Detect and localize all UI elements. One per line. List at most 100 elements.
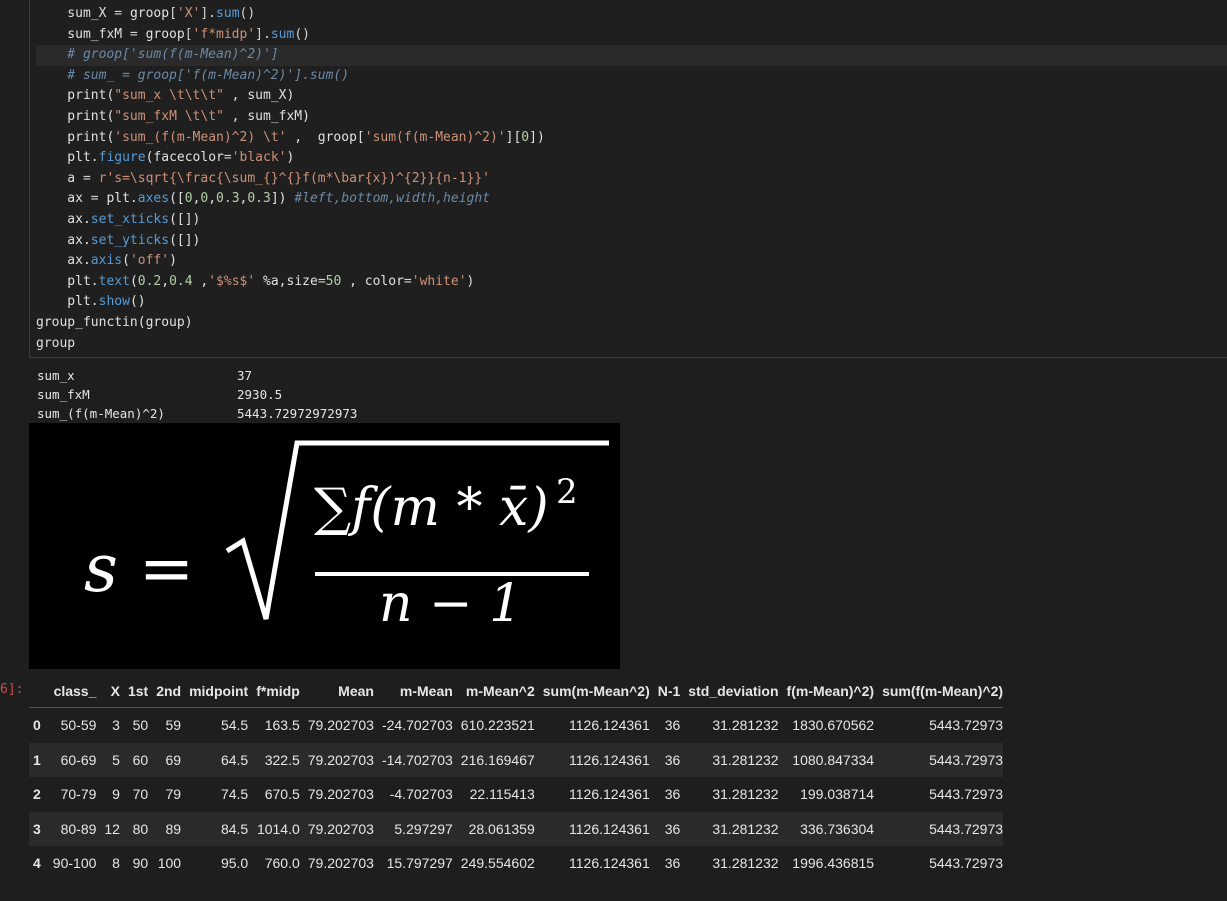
table-cell: 15.797297 bbox=[386, 855, 453, 872]
table-header-row: class_ X 1st 2nd midpoint f*midp Mean m-Mean m-M… bbox=[29, 674, 1004, 708]
code-token: = bbox=[114, 6, 130, 21]
code-token: 'sum_(f(m-Mean)^2) \t' bbox=[114, 129, 287, 145]
code-token: 0.3 bbox=[247, 191, 271, 207]
code-line[interactable]: a = r's=\sqrt{\frac{\sum_{}^{}f(m*\bar{x… bbox=[36, 169, 1227, 190]
code-token: show bbox=[98, 294, 130, 310]
code-line[interactable]: # sum_ = groop['f(m-Mean)^2)'].sum() bbox=[36, 66, 1227, 87]
code-line[interactable]: plt.text(0.2,0.4 ,'$%s$' %a,size=50 , co… bbox=[36, 272, 1227, 293]
row-index: 3 bbox=[33, 820, 41, 837]
code-token: groop bbox=[129, 6, 170, 21]
table-cell: 36 bbox=[664, 751, 681, 768]
table-cell: 5443.72973 bbox=[929, 751, 1004, 768]
code-line[interactable]: group bbox=[36, 334, 1227, 355]
code-token: figure bbox=[98, 150, 146, 166]
dataframe-table: class_ X 1st 2nd midpoint f*midp Mean m-Mean m-M… bbox=[29, 674, 1004, 881]
code-token: (facecolor bbox=[145, 150, 224, 166]
code-line[interactable]: ax.axis('off') bbox=[36, 251, 1227, 272]
table-cell: 1126.124361 bbox=[569, 855, 650, 872]
code-cell[interactable]: sum_X = groop['X'].sum() sum_fxM = groop… bbox=[29, 0, 1227, 358]
code-token: , bbox=[208, 191, 217, 207]
code-line[interactable]: ax.set_xticks([]) bbox=[36, 210, 1227, 231]
table-cell: -24.702703 bbox=[381, 717, 453, 734]
table-cell: 90 bbox=[132, 855, 149, 872]
code-line[interactable]: print("sum_x \t\t\t" , sum_X) bbox=[36, 86, 1227, 107]
code-line[interactable]: sum_fxM = groop['f*midp'].sum() bbox=[36, 25, 1227, 46]
table-cell: 59 bbox=[165, 717, 182, 734]
code-token: ([]) bbox=[169, 212, 201, 227]
code-line[interactable]: plt.show() bbox=[36, 292, 1227, 313]
code-line[interactable]: print("sum_fxM \t\t" , sum_fxM) bbox=[36, 107, 1227, 128]
code-token: sum bbox=[270, 26, 295, 42]
code-token: ax. bbox=[36, 212, 91, 227]
output-value: 37 bbox=[237, 368, 253, 383]
code-token: print( bbox=[36, 129, 115, 145]
code-token: groop bbox=[145, 26, 185, 42]
code-token: group_functin(group) bbox=[36, 315, 193, 330]
table-cell: 322.5 bbox=[264, 751, 300, 768]
code-token: , sum_X) bbox=[223, 88, 295, 104]
code-line[interactable]: ax.set_yticks([]) bbox=[36, 231, 1227, 252]
table-cell: 336.736304 bbox=[800, 820, 875, 837]
output-key: sum_x bbox=[37, 368, 75, 383]
code-token: 'off' bbox=[129, 253, 170, 269]
table-cell: 50 bbox=[132, 717, 149, 734]
table-cell: 8 bbox=[112, 855, 120, 872]
code-token: ) bbox=[169, 253, 177, 269]
table-cell: 1126.124361 bbox=[569, 786, 650, 803]
table-cell: 199.038714 bbox=[800, 786, 875, 803]
code-line[interactable]: plt.figure(facecolor='black') bbox=[36, 148, 1227, 169]
table-cell: 70 bbox=[132, 786, 149, 803]
code-line[interactable]: ax = plt.axes([0,0,0.3,0.3]) #left,botto… bbox=[36, 189, 1227, 210]
code-token: = bbox=[223, 150, 232, 166]
table-cell: 80 bbox=[132, 820, 149, 837]
column-header: f*midp bbox=[248, 674, 300, 708]
table-cell: 31.281232 bbox=[712, 820, 779, 837]
table-cell: 1830.670562 bbox=[792, 717, 875, 734]
cell-prompt: 6]: bbox=[0, 682, 24, 697]
code-line[interactable]: sum_X = groop['X'].sum() bbox=[36, 4, 1227, 25]
table-cell: 36 bbox=[664, 786, 681, 803]
code-line[interactable]: # groop['sum(f(m-Mean)^2)'] bbox=[36, 45, 1227, 66]
code-line[interactable]: group_functin(group) bbox=[36, 313, 1227, 334]
table-cell: 31.281232 bbox=[712, 855, 779, 872]
code-token: ( bbox=[122, 253, 130, 269]
stdout-output: sum_x 37 sum_fxM 2930.5 sum_(f(m-Mean)^2) 544… bbox=[37, 366, 537, 423]
table-cell: 54.5 bbox=[220, 717, 249, 734]
table-cell: 69 bbox=[165, 751, 182, 768]
code-token: set_yticks bbox=[90, 232, 170, 248]
code-token: plt. bbox=[36, 150, 99, 166]
column-header: N-1 bbox=[649, 674, 681, 708]
table-cell: 50-59 bbox=[60, 717, 97, 734]
table-cell: 89 bbox=[165, 820, 182, 837]
code-token: , bbox=[192, 273, 209, 289]
column-header: sum(f(m-Mean)^2) bbox=[874, 674, 1004, 708]
code-token: 0 bbox=[184, 191, 193, 207]
code-token: () bbox=[129, 294, 146, 310]
code-token: axis bbox=[90, 253, 123, 269]
table-cell: 1080.847334 bbox=[792, 751, 875, 768]
formula-denominator: n − 1 bbox=[379, 574, 522, 634]
row-index: 1 bbox=[33, 751, 41, 768]
output-line: sum_fxM 2930.5 bbox=[37, 385, 537, 404]
table-cell: 5443.72973 bbox=[929, 786, 1004, 803]
code-token: 0.4 bbox=[169, 273, 193, 289]
code-token: %a,size bbox=[255, 273, 318, 289]
code-token: r's=\sqrt{\frac{\sum_{}^{}f(m*\bar{x})^{… bbox=[98, 170, 490, 186]
table-cell: 1126.124361 bbox=[569, 820, 650, 837]
code-line[interactable]: print('sum_(f(m-Mean)^2) \t' , groop['su… bbox=[36, 128, 1227, 149]
column-header: class_ bbox=[44, 674, 97, 708]
table-row: 2 70-79 9 70 79 74.5 670.5 79.202703 -4.702703 22… bbox=[29, 777, 1004, 812]
code-token: '$%s$' bbox=[208, 273, 256, 289]
table-cell: 90-100 bbox=[52, 855, 97, 872]
output-value: 5443.72972972973 bbox=[237, 406, 358, 421]
table-cell: 79 bbox=[165, 786, 182, 803]
table-cell: 5443.72973 bbox=[929, 717, 1004, 734]
table-cell: 80-89 bbox=[60, 820, 97, 837]
code-token: = bbox=[82, 170, 99, 186]
code-token: = bbox=[403, 273, 412, 289]
code-token: 'white' bbox=[411, 273, 467, 289]
output-line: sum_(f(m-Mean)^2) 5443.72972972973 bbox=[37, 404, 537, 423]
formula-svg: s = ∑f(m * x̄) 2 n − 1 bbox=[84, 440, 609, 634]
column-header: sum(m-Mean^2) bbox=[534, 674, 650, 708]
table-cell: 28.061359 bbox=[468, 820, 535, 837]
